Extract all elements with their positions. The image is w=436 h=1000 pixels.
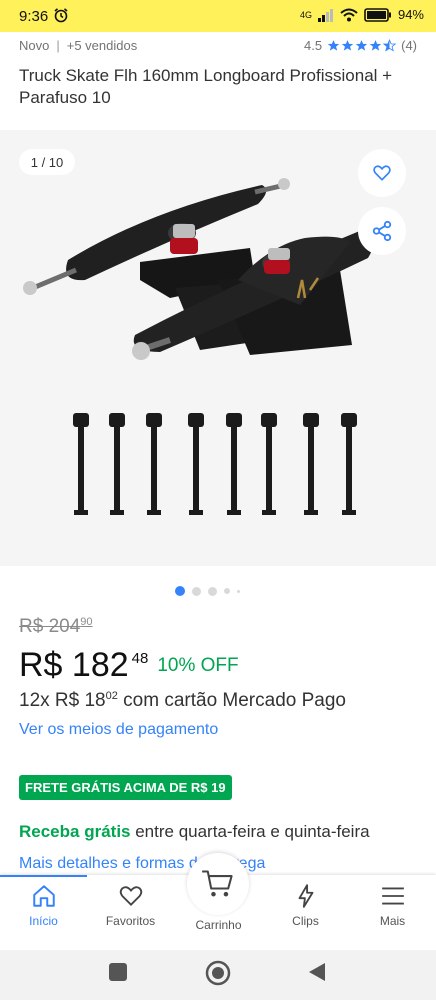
product-gallery[interactable]: 1 / 10 xyxy=(0,130,436,566)
installments-info: 12x R$ 1802 com cartão Mercado Pago xyxy=(19,690,346,711)
half-star-icon xyxy=(383,39,397,52)
price-cents: 48 xyxy=(131,650,149,667)
network-type: 4G xyxy=(299,9,312,20)
system-nav-bar xyxy=(0,950,436,1000)
menu-icon xyxy=(381,887,404,905)
sold-count: +5 vendidos xyxy=(66,38,138,53)
condition-label: Novo xyxy=(19,38,50,53)
review-count: (4) xyxy=(401,38,417,53)
active-tab-indicator xyxy=(0,875,87,877)
wifi-icon xyxy=(340,8,358,21)
nav-more-label: Mais xyxy=(379,914,406,928)
recent-apps-icon[interactable] xyxy=(109,963,127,981)
product-image xyxy=(23,178,392,515)
current-price: R$ 182 48 10% OFF xyxy=(19,646,239,686)
share-icon xyxy=(372,220,392,242)
battery-icon xyxy=(364,7,391,22)
free-delivery-highlight: Receba grátis xyxy=(19,822,131,841)
image-counter: 1 / 10 xyxy=(19,149,75,175)
favorite-button[interactable] xyxy=(358,149,406,197)
discount-badge: 10% OFF xyxy=(157,655,239,676)
nav-home[interactable]: Início xyxy=(0,883,87,943)
nav-cart[interactable] xyxy=(187,853,249,915)
status-time: 9:36 xyxy=(19,8,49,25)
home-button-icon[interactable] xyxy=(205,960,231,986)
nav-favorites-label: Favoritos xyxy=(105,914,156,928)
nav-favorites[interactable]: Favoritos xyxy=(87,883,174,943)
carousel-dot[interactable] xyxy=(224,588,230,594)
carousel-dot[interactable] xyxy=(208,586,217,596)
alarm-icon xyxy=(54,8,68,23)
nav-clips[interactable]: Clips xyxy=(262,883,349,943)
carousel-dot-active[interactable] xyxy=(175,586,185,596)
carousel-dots[interactable] xyxy=(175,586,240,596)
nav-cart-label: Carrinho xyxy=(195,918,242,932)
share-button[interactable] xyxy=(358,207,406,255)
separator: | xyxy=(56,38,60,53)
product-title: Truck Skate Flh 160mm Longboard Profissi… xyxy=(19,66,393,107)
price-value: R$ 182 xyxy=(19,646,129,684)
carousel-dot[interactable] xyxy=(237,589,240,593)
home-icon xyxy=(32,885,55,907)
star-icon xyxy=(327,40,340,51)
nav-more[interactable]: Mais xyxy=(349,883,436,943)
rating-value: 4.5 xyxy=(304,38,323,53)
original-price-cents: 90 xyxy=(80,616,93,628)
rating-stars xyxy=(327,39,397,52)
cart-icon xyxy=(202,870,233,897)
payment-methods-link[interactable]: Ver os meios de pagamento xyxy=(19,721,218,739)
back-icon[interactable] xyxy=(308,962,326,982)
delivery-window: entre quarta-feira e quinta-feira xyxy=(130,822,370,841)
status-indicators: 4G 94% xyxy=(300,7,424,22)
heart-icon xyxy=(373,165,391,181)
product-meta: Novo | +5 vendidos 4.5 (4) xyxy=(19,38,417,54)
carousel-dot[interactable] xyxy=(192,586,201,596)
star-icon xyxy=(369,40,382,51)
nav-home-label: Início xyxy=(29,914,58,928)
mounting-bolts xyxy=(73,413,357,515)
nav-clips-label: Clips xyxy=(292,914,319,928)
clips-icon xyxy=(298,884,313,908)
heart-icon xyxy=(119,886,142,906)
delivery-info: Receba grátis entre quarta-feira e quint… xyxy=(19,822,370,842)
star-icon xyxy=(355,40,368,51)
original-price: R$ 20490 xyxy=(19,616,93,637)
free-shipping-badge: FRETE GRÁTIS ACIMA DE R$ 19 xyxy=(19,775,232,800)
rating-summary[interactable]: 4.5 (4) xyxy=(304,38,417,53)
signal-icon xyxy=(317,8,333,22)
star-icon xyxy=(341,40,354,51)
installments-cents: 02 xyxy=(105,690,118,702)
battery-level: 94% xyxy=(397,7,424,22)
status-bar: 9:36 4G 94% xyxy=(0,0,436,32)
